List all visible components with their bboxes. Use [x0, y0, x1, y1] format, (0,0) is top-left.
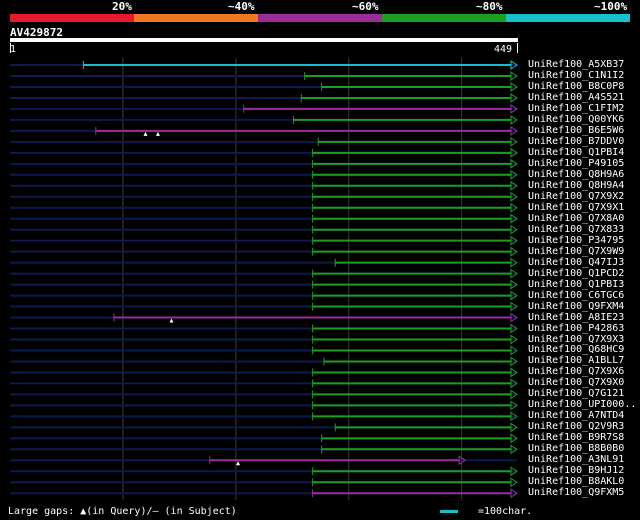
hit-label[interactable]: UniRef100_Q1PCD2	[528, 268, 624, 279]
query-gap-marker	[169, 318, 174, 323]
hit-label[interactable]: UniRef100_Q8H9A6	[528, 169, 624, 180]
query-gap-marker	[236, 461, 241, 466]
hit-label[interactable]: UniRef100_B9R7S8	[528, 432, 624, 443]
hit-label[interactable]: UniRef100_C1FIM2	[528, 103, 624, 114]
hit-label[interactable]: UniRef100_C6TGC6	[528, 290, 624, 301]
hit-label[interactable]: UniRef100_A5XB37	[528, 59, 624, 70]
hit-label[interactable]: UniRef100_Q47IJ3	[528, 257, 624, 268]
hit-label[interactable]: UniRef100_Q9FXM5	[528, 487, 624, 498]
blast-overview: 20% ~40% ~60% ~80% ~100% AV429872 1 449 UniR…	[0, 0, 640, 520]
hit-label[interactable]: UniRef100_Q7X9X0	[528, 377, 624, 388]
query-gap-marker	[155, 131, 160, 136]
hit-label[interactable]: UniRef100_Q1PBI3	[528, 279, 624, 290]
hit-label[interactable]: UniRef100_UPI000..	[528, 399, 636, 410]
hit-label[interactable]: UniRef100_Q7X9X3	[528, 334, 624, 345]
scale-swatch	[440, 510, 458, 513]
hit-label[interactable]: UniRef100_A3NL91	[528, 454, 624, 465]
hit-label[interactable]: UniRef100_Q7X833	[528, 224, 624, 235]
hit-label[interactable]: UniRef100_Q7X9W9	[528, 246, 624, 257]
hit-label[interactable]: UniRef100_C1N1I2	[528, 70, 624, 81]
hit-label[interactable]: UniRef100_B8AKL0	[528, 476, 624, 487]
hit-label[interactable]: UniRef100_P34795	[528, 235, 624, 246]
hit-label[interactable]: UniRef100_B8B0B0	[528, 443, 624, 454]
hit-label[interactable]: UniRef100_B7DDV0	[528, 136, 624, 147]
hit-label[interactable]: UniRef100_Q7X8A0	[528, 213, 624, 224]
hit-label[interactable]: UniRef100_P49105	[528, 158, 624, 169]
scale-legend: =100char.	[478, 506, 533, 517]
hit-label[interactable]: UniRef100_Q7X9X6	[528, 366, 624, 377]
hit-label[interactable]: UniRef100_B6E5W6	[528, 125, 624, 136]
hit-label[interactable]: UniRef100_B8C0P8	[528, 81, 624, 92]
hit-label[interactable]: UniRef100_Q1PBI4	[528, 147, 624, 158]
hit-label[interactable]: UniRef100_A8IE23	[528, 312, 624, 323]
hit-label[interactable]: UniRef100_Q8H9A4	[528, 180, 624, 191]
hit-label[interactable]: UniRef100_A1BLL7	[528, 355, 624, 366]
hit-label[interactable]: UniRef100_Q00YK6	[528, 114, 624, 125]
hit-label[interactable]: UniRef100_B9HJ12	[528, 465, 624, 476]
hit-label[interactable]: UniRef100_Q7X9X1	[528, 202, 624, 213]
large-gaps-legend: Large gaps: ▲(in Query)/— (in Subject)	[8, 506, 237, 517]
hit-label[interactable]: UniRef100_Q9FXM4	[528, 301, 624, 312]
hit-label[interactable]: UniRef100_P42863	[528, 323, 624, 334]
query-gap-marker	[143, 131, 148, 136]
hit-label[interactable]: UniRef100_A4S521	[528, 92, 624, 103]
hit-label[interactable]: UniRef100_Q2V9R3	[528, 421, 624, 432]
hit-label[interactable]: UniRef100_Q7X9X2	[528, 191, 624, 202]
hit-label[interactable]: UniRef100_Q68HC9	[528, 344, 624, 355]
hit-label[interactable]: UniRef100_A7NTD4	[528, 410, 624, 421]
hit-label[interactable]: UniRef100_Q7G121	[528, 388, 624, 399]
